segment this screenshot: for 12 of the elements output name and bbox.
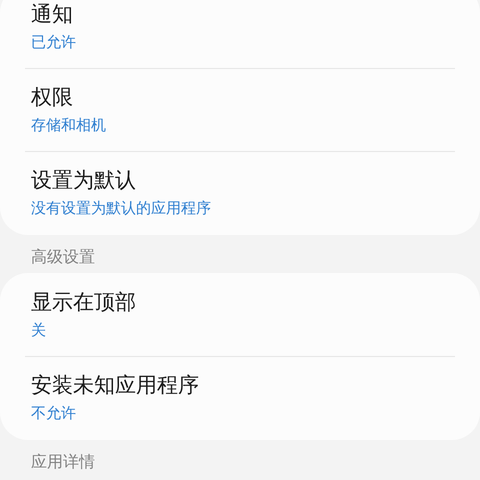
setting-value: 已允许	[31, 32, 76, 52]
setting-title[interactable]: 设置为默认	[31, 166, 136, 194]
setting-value: 存储和相机	[31, 115, 106, 135]
setting-title[interactable]: 通知	[31, 0, 73, 28]
setting-value: 没有设置为默认的应用程序	[31, 198, 211, 218]
section-header: 应用详情	[30, 451, 96, 473]
setting-value: 关	[31, 320, 46, 340]
setting-value: 不允许	[31, 403, 76, 423]
section-header: 高级设置	[30, 246, 96, 268]
setting-title[interactable]: 显示在顶部	[31, 288, 136, 316]
setting-title[interactable]: 权限	[31, 83, 73, 111]
setting-title[interactable]: 安装未知应用程序	[31, 371, 199, 399]
